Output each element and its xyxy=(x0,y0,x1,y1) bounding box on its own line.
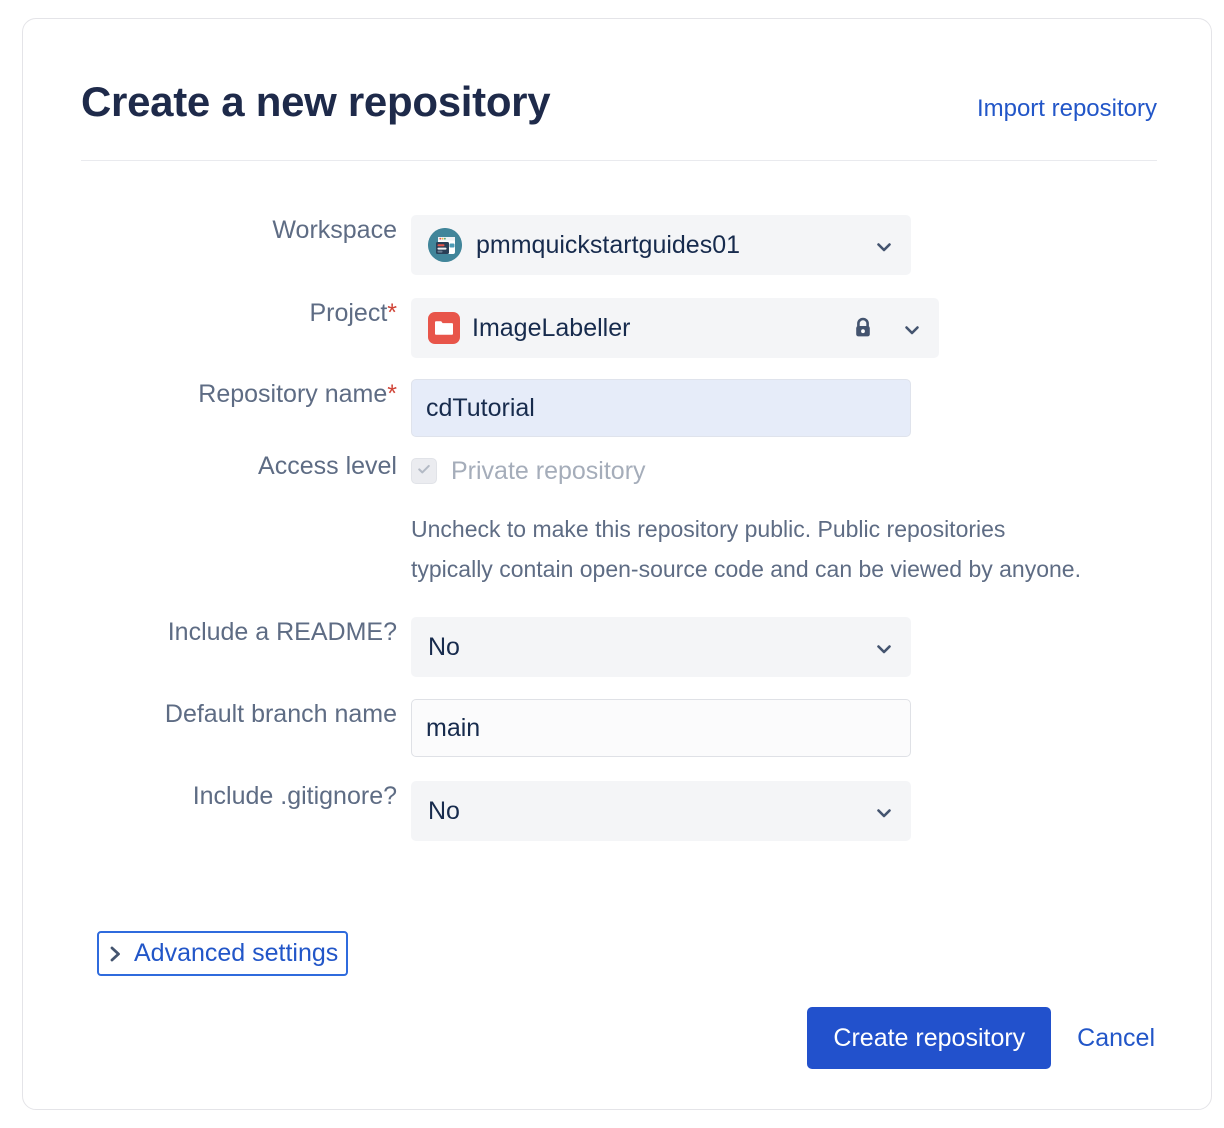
default-branch-name-input[interactable] xyxy=(411,699,911,757)
private-repository-label: Private repository xyxy=(451,457,646,486)
project-required-asterisk: * xyxy=(387,299,397,327)
include-gitignore-field: No xyxy=(411,781,1157,841)
project-value: ImageLabeller xyxy=(472,314,630,343)
default-branch-name-label: Default branch name xyxy=(81,699,411,729)
include-readme-value: No xyxy=(428,633,460,662)
form-actions: Create repository Cancel xyxy=(807,1007,1155,1069)
header-divider xyxy=(81,160,1157,161)
project-field: ImageLabeller xyxy=(411,298,1157,358)
field-row-access-level: Access level Private repository Unchec xyxy=(81,451,1157,589)
private-repository-checkbox[interactable] xyxy=(411,458,437,484)
chevron-right-icon xyxy=(109,945,122,963)
repository-name-input[interactable] xyxy=(411,379,911,437)
project-label-text: Project xyxy=(309,299,387,327)
advanced-settings-wrapper: Advanced settings xyxy=(97,931,348,976)
page-title: Create a new repository xyxy=(81,79,550,125)
field-row-default-branch-name: Default branch name xyxy=(81,699,1157,757)
advanced-settings-toggle[interactable]: Advanced settings xyxy=(97,931,348,976)
create-repository-form: Workspace xyxy=(81,215,1157,841)
include-readme-label: Include a README? xyxy=(81,617,411,647)
workspace-avatar-icon xyxy=(428,228,462,262)
page-root: Create a new repository Import repositor… xyxy=(0,0,1224,1128)
default-branch-name-field xyxy=(411,699,1157,757)
repository-name-label: Repository name* xyxy=(81,379,411,409)
access-level-field: Private repository Uncheck to make this … xyxy=(411,451,1157,589)
chevron-down-icon xyxy=(874,235,894,255)
field-row-workspace: Workspace xyxy=(81,215,1157,275)
include-gitignore-select[interactable]: No xyxy=(411,781,911,841)
chevron-down-icon xyxy=(874,637,894,657)
repository-name-required-asterisk: * xyxy=(387,380,397,408)
workspace-field: pmmquickstartguides01 xyxy=(411,215,1157,275)
workspace-label: Workspace xyxy=(81,215,411,245)
repository-name-field xyxy=(411,379,1157,437)
project-select[interactable]: ImageLabeller xyxy=(411,298,939,358)
include-gitignore-label: Include .gitignore? xyxy=(81,781,411,811)
lock-icon xyxy=(850,315,876,341)
include-readme-select[interactable]: No xyxy=(411,617,911,677)
field-row-project: Project* ImageLabeller xyxy=(81,298,1157,358)
chevron-down-icon xyxy=(902,318,922,338)
workspace-value: pmmquickstartguides01 xyxy=(476,231,740,260)
advanced-settings-label: Advanced settings xyxy=(134,939,338,968)
import-repository-link[interactable]: Import repository xyxy=(977,95,1157,123)
repository-name-label-text: Repository name xyxy=(198,380,387,408)
field-row-repository-name: Repository name* xyxy=(81,379,1157,437)
cancel-button[interactable]: Cancel xyxy=(1077,1024,1155,1053)
private-repository-checkbox-row[interactable]: Private repository xyxy=(411,451,1157,491)
include-gitignore-value: No xyxy=(428,797,460,826)
create-repository-card: Create a new repository Import repositor… xyxy=(22,18,1212,1110)
access-level-help-text: Uncheck to make this repository public. … xyxy=(411,509,1091,589)
checkmark-icon xyxy=(416,461,432,482)
project-label: Project* xyxy=(81,298,411,328)
project-folder-icon xyxy=(428,312,460,344)
create-repository-button[interactable]: Create repository xyxy=(807,1007,1051,1069)
card-header: Create a new repository Import repositor… xyxy=(81,79,1157,125)
include-readme-field: No xyxy=(411,617,1157,677)
chevron-down-icon xyxy=(874,801,894,821)
workspace-select[interactable]: pmmquickstartguides01 xyxy=(411,215,911,275)
field-row-include-readme: Include a README? No xyxy=(81,617,1157,677)
access-level-label: Access level xyxy=(81,451,411,481)
field-row-include-gitignore: Include .gitignore? No xyxy=(81,781,1157,841)
